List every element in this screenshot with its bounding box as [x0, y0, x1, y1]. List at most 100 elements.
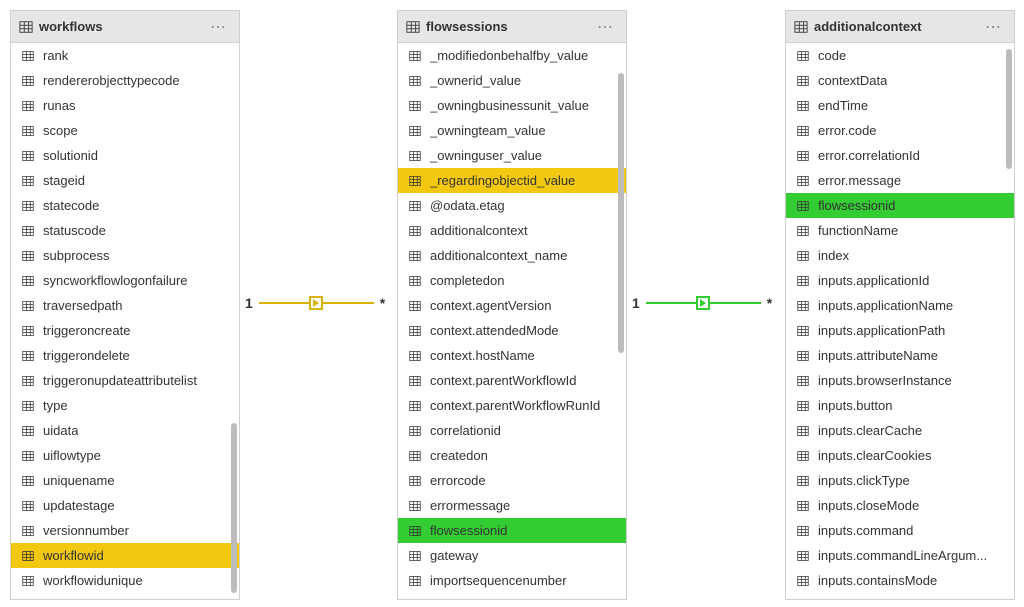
field-item[interactable]: triggerondelete [11, 343, 239, 368]
field-item[interactable]: _owningbusinessunit_value [398, 93, 626, 118]
field-label: inputs.clearCache [818, 423, 922, 438]
field-item[interactable]: inputs.closeMode [786, 493, 1014, 518]
field-item[interactable]: inputs.command [786, 518, 1014, 543]
field-label: _modifiedonbehalfby_value [430, 48, 588, 63]
table-menu-button[interactable]: ⋯ [206, 17, 231, 37]
table-menu-button[interactable]: ⋯ [593, 17, 618, 37]
field-icon [408, 450, 422, 462]
field-item[interactable]: errorcode [398, 468, 626, 493]
field-icon [21, 50, 35, 62]
field-item[interactable]: versionnumber [11, 518, 239, 543]
field-item[interactable]: _ownerid_value [398, 68, 626, 93]
field-item[interactable]: error.code [786, 118, 1014, 143]
field-item[interactable]: uniquename [11, 468, 239, 493]
field-icon [796, 350, 810, 362]
table-header[interactable]: additionalcontext ⋯ [786, 11, 1014, 43]
field-item[interactable]: additionalcontext_name [398, 243, 626, 268]
field-item[interactable]: inputs.clearCache [786, 418, 1014, 443]
table-additionalcontext[interactable]: additionalcontext ⋯ codecontextDataendTi… [785, 10, 1015, 600]
field-label: context.parentWorkflowId [430, 373, 576, 388]
field-item[interactable]: subprocess [11, 243, 239, 268]
field-item[interactable]: context.parentWorkflowRunId [398, 393, 626, 418]
field-item[interactable]: context.hostName [398, 343, 626, 368]
field-item[interactable]: _owninguser_value [398, 143, 626, 168]
field-item[interactable]: gateway [398, 543, 626, 568]
field-item[interactable]: error.correlationId [786, 143, 1014, 168]
field-item[interactable]: inputs.containsMode [786, 568, 1014, 593]
field-item[interactable]: inputs.applicationId [786, 268, 1014, 293]
field-list-workflows: rankrendererobjecttypecoderunasscopesolu… [11, 43, 239, 593]
field-item[interactable]: type [11, 393, 239, 418]
field-item[interactable]: syncworkflowlogonfailure [11, 268, 239, 293]
table-workflows[interactable]: workflows ⋯ rankrendererobjecttypecoderu… [10, 10, 240, 600]
field-item[interactable]: triggeronupdateattributelist [11, 368, 239, 393]
field-item[interactable]: errormessage [398, 493, 626, 518]
field-item[interactable]: scope [11, 118, 239, 143]
field-item[interactable]: rendererobjecttypecode [11, 68, 239, 93]
field-label: errorcode [430, 473, 486, 488]
field-item[interactable]: error.message [786, 168, 1014, 193]
field-item[interactable]: context.attendedMode [398, 318, 626, 343]
field-label: context.attendedMode [430, 323, 559, 338]
field-item[interactable]: inputs.browserInstance [786, 368, 1014, 393]
field-label: error.correlationId [818, 148, 920, 163]
scrollbar[interactable] [231, 423, 237, 593]
relationship-workflows-flowsessions[interactable]: 1 * [245, 295, 385, 311]
field-item[interactable]: rank [11, 43, 239, 68]
table-menu-button[interactable]: ⋯ [981, 17, 1006, 37]
table-header[interactable]: flowsessions ⋯ [398, 11, 626, 43]
relationship-flowsessions-additionalcontext[interactable]: 1 * [632, 295, 772, 311]
field-item[interactable]: inputs.attributeName [786, 343, 1014, 368]
field-label: importsequencenumber [430, 573, 567, 588]
field-item[interactable]: statuscode [11, 218, 239, 243]
field-item[interactable]: stageid [11, 168, 239, 193]
field-item[interactable]: runas [11, 93, 239, 118]
field-item[interactable]: flowsessionid [786, 193, 1014, 218]
field-item[interactable]: _owningteam_value [398, 118, 626, 143]
field-item[interactable]: inputs.button [786, 393, 1014, 418]
field-icon [21, 275, 35, 287]
field-item[interactable]: inputs.clickType [786, 468, 1014, 493]
scrollbar[interactable] [1006, 49, 1012, 169]
field-item[interactable]: _regardingobjectid_value [398, 168, 626, 193]
field-item[interactable]: index [786, 243, 1014, 268]
field-item[interactable]: functionName [786, 218, 1014, 243]
field-list-additionalcontext: codecontextDataendTimeerror.code error.co… [786, 43, 1014, 593]
field-item[interactable]: inputs.commandLineArgum... [786, 543, 1014, 568]
field-item[interactable]: context.parentWorkflowId [398, 368, 626, 393]
table-title: flowsessions [426, 19, 508, 34]
field-item[interactable]: uiflowtype [11, 443, 239, 468]
field-item[interactable]: context.agentVersion [398, 293, 626, 318]
field-item[interactable]: solutionid [11, 143, 239, 168]
field-icon [796, 250, 810, 262]
field-item[interactable]: triggeroncreate [11, 318, 239, 343]
field-item[interactable]: createdon [398, 443, 626, 468]
field-item[interactable]: endTime [786, 93, 1014, 118]
field-item[interactable]: inputs.applicationName [786, 293, 1014, 318]
field-item[interactable]: inputs.clearCookies [786, 443, 1014, 468]
field-item[interactable]: _modifiedonbehalfby_value [398, 43, 626, 68]
field-item[interactable]: updatestage [11, 493, 239, 518]
field-item[interactable]: traversedpath [11, 293, 239, 318]
field-icon [21, 175, 35, 187]
field-item[interactable]: completedon [398, 268, 626, 293]
field-item[interactable]: uidata [11, 418, 239, 443]
field-item[interactable]: contextData [786, 68, 1014, 93]
field-item[interactable]: flowsessionid [398, 518, 626, 543]
field-item[interactable]: inputs.applicationPath [786, 318, 1014, 343]
field-item[interactable]: workflowid [11, 543, 239, 568]
field-item[interactable]: importsequencenumber [398, 568, 626, 593]
field-icon [408, 425, 422, 437]
field-item[interactable]: @odata.etag [398, 193, 626, 218]
field-item[interactable]: workflowidunique [11, 568, 239, 593]
field-item[interactable]: correlationid [398, 418, 626, 443]
field-item[interactable]: statecode [11, 193, 239, 218]
table-flowsessions[interactable]: flowsessions ⋯ _modifiedonbehalfby_value… [397, 10, 627, 600]
field-label: context.agentVersion [430, 298, 551, 313]
field-icon [21, 475, 35, 487]
field-label: stageid [43, 173, 85, 188]
scrollbar[interactable] [618, 73, 624, 353]
field-item[interactable]: code [786, 43, 1014, 68]
table-header[interactable]: workflows ⋯ [11, 11, 239, 43]
field-item[interactable]: additionalcontext [398, 218, 626, 243]
